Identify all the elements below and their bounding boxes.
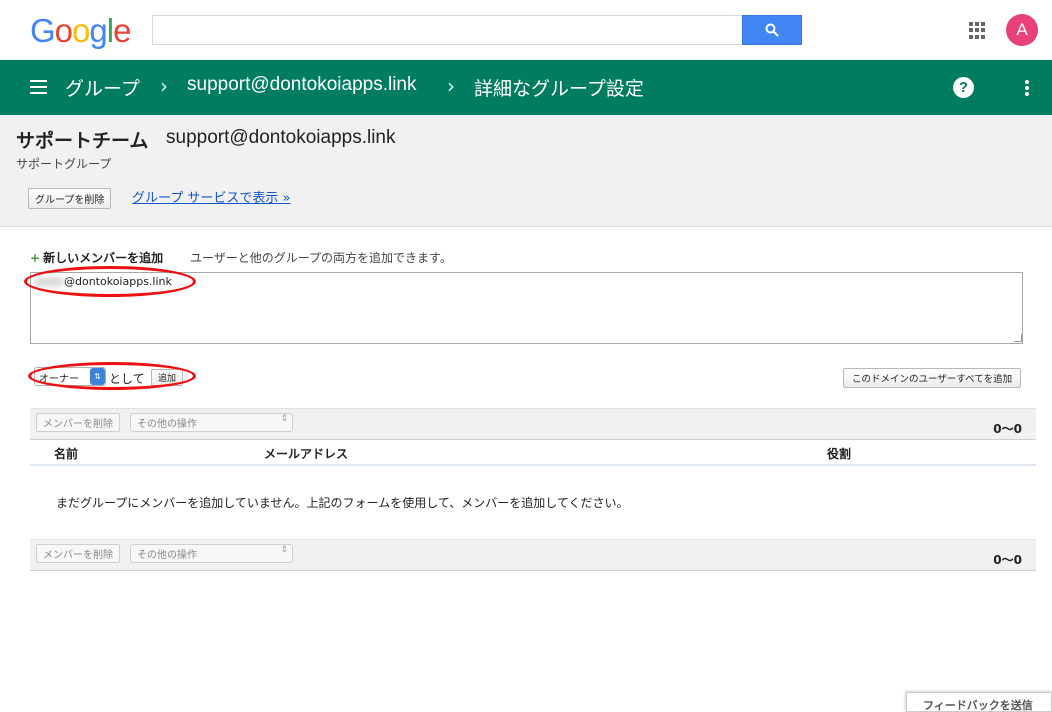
pagination-count: 0〜0 [993, 553, 1022, 567]
google-bar: Google A [0, 0, 1052, 60]
plus-icon: + [30, 251, 41, 265]
other-actions-select[interactable]: その他の操作 ⇕ [130, 544, 293, 563]
breadcrumb-current: 詳細なグループ設定 [474, 79, 644, 100]
logo-letter: g [89, 12, 107, 49]
apps-grid-icon[interactable] [969, 22, 986, 39]
logo-letter: o [54, 12, 73, 49]
breadcrumb-group-email[interactable]: support@dontokoiapps.link [187, 74, 416, 96]
annotation-oval [24, 266, 196, 297]
column-name[interactable]: 名前 [54, 445, 78, 462]
help-icon[interactable]: ? [953, 77, 974, 98]
pagination-count: 0〜0 [993, 422, 1022, 436]
members-table-header: 名前 メールアドレス 役割 [30, 442, 1036, 466]
app-header: グループ › support@dontokoiapps.link › 詳細なグル… [0, 60, 1052, 115]
empty-members-message: まだグループにメンバーを追加していません。上記のフォームを使用して、メンバーを追… [56, 496, 629, 510]
group-header: サポートチーム support@dontokoiapps.link サポートグル… [0, 115, 1052, 227]
google-logo[interactable]: Google [30, 12, 131, 50]
add-member-title-text: 新しいメンバーを追加 [43, 251, 164, 265]
other-actions-label: その他の操作 [137, 550, 197, 561]
more-vert-icon[interactable] [1025, 80, 1029, 96]
delete-group-button[interactable]: グループを削除 [28, 188, 112, 209]
column-role[interactable]: 役割 [827, 445, 851, 462]
remove-member-button[interactable]: メンバーを削除 [36, 413, 120, 432]
group-email: support@dontokoiapps.link [166, 127, 396, 148]
search-button[interactable] [742, 15, 802, 45]
search-icon [765, 23, 779, 37]
add-all-domain-users-button[interactable]: このドメインのユーザーすべてを追加 [843, 368, 1022, 388]
members-toolbar-top: メンバーを削除 その他の操作 ⇕ 0〜0 [30, 408, 1036, 440]
select-arrows-icon: ⇕ [280, 414, 288, 424]
members-toolbar-bottom: メンバーを削除 その他の操作 ⇕ 0〜0 [30, 539, 1036, 571]
send-feedback-button[interactable]: フィードバックを送信 [906, 692, 1052, 712]
group-description: サポートグループ [16, 157, 112, 171]
resize-handle-icon[interactable] [1014, 334, 1022, 342]
avatar[interactable]: A [1006, 14, 1038, 46]
add-member-title: + 新しいメンバーを追加 [30, 249, 163, 266]
chevron-right-icon: › [160, 74, 168, 98]
chevron-right-icon: › [447, 74, 455, 98]
other-actions-select[interactable]: その他の操作 ⇕ [130, 413, 293, 432]
hamburger-menu-icon[interactable] [30, 80, 47, 94]
group-name: サポートチーム [16, 130, 149, 152]
logo-letter: G [30, 12, 56, 49]
view-in-groups-link[interactable]: グループ サービスで表示 » [132, 187, 290, 206]
column-email[interactable]: メールアドレス [264, 445, 348, 462]
select-arrows-icon: ⇕ [280, 545, 288, 555]
remove-member-button[interactable]: メンバーを削除 [36, 544, 120, 563]
annotation-oval [28, 362, 196, 390]
logo-letter: e [113, 12, 131, 49]
add-member-help: ユーザーと他のグループの両方を追加できます。 [190, 251, 452, 265]
logo-letter: o [72, 12, 90, 49]
breadcrumb-groups[interactable]: グループ [65, 74, 140, 101]
other-actions-label: その他の操作 [137, 419, 197, 430]
search-input[interactable] [152, 15, 744, 45]
